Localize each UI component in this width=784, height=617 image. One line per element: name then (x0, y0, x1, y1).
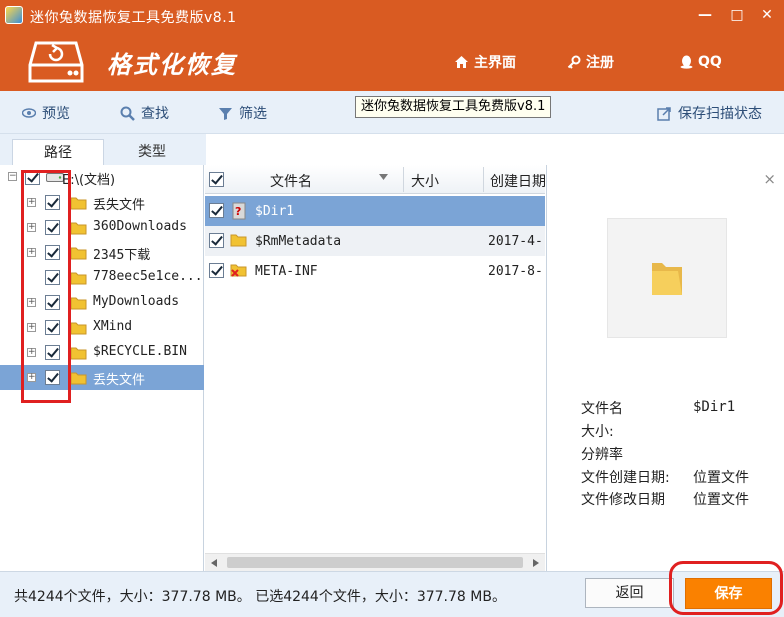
tree-item-label: 丢失文件 (93, 198, 146, 213)
tree-item-label: 2345下载 (93, 248, 151, 263)
tree-item-label: XMind (93, 319, 133, 334)
folder-icon (70, 297, 87, 310)
file-name: $RmMetadata (255, 234, 342, 249)
nav-qq-label: QQ (698, 54, 722, 70)
minimize-button[interactable]: — (692, 4, 718, 26)
file-row-checkbox[interactable] (209, 233, 224, 248)
preview-key: 文件修改日期 (581, 492, 665, 508)
folder-icon (230, 234, 247, 247)
file-row-checkbox[interactable] (209, 203, 224, 218)
nav-home-label: 主界面 (474, 55, 516, 71)
preview-thumbnail (607, 218, 727, 338)
annotation-highlight-checkboxes (21, 170, 71, 403)
preview-label: 预览 (42, 106, 70, 122)
file-list-header: 文件名 大小 创建日期 (205, 165, 546, 194)
app-icon (5, 6, 23, 24)
nav-qq[interactable]: QQ (680, 52, 722, 72)
file-created-date: 2017-8- (488, 264, 543, 279)
preview-value: 位置文件 (693, 492, 749, 508)
preview-value: $Dir1 (693, 399, 736, 415)
tree-item-label: $RECYCLE.BIN (93, 344, 187, 359)
folder-icon (70, 347, 87, 360)
horizontal-scrollbar[interactable] (205, 553, 545, 571)
home-icon (455, 56, 468, 68)
search-button[interactable]: 查找 (120, 104, 169, 122)
file-row-selected[interactable]: ? $Dir1 (205, 196, 545, 226)
save-scan-state-button[interactable]: 保存扫描状态 (657, 104, 762, 122)
preview-key: 大小: (581, 424, 614, 440)
preview-value: 位置文件 (693, 470, 749, 486)
qq-penguin-icon (680, 55, 693, 69)
folder-icon (70, 372, 87, 385)
drive-restore-icon (28, 41, 84, 83)
tab-type[interactable]: 类型 (106, 139, 198, 165)
file-created-date: 2017-4- (488, 234, 543, 249)
search-label: 查找 (141, 106, 169, 122)
filter-label: 筛选 (239, 106, 267, 122)
search-icon (120, 106, 135, 121)
folder-icon (70, 322, 87, 335)
tooltip: 迷你兔数据恢复工具免费版v8.1 (355, 96, 552, 118)
column-created-header[interactable]: 创建日期 (490, 171, 546, 191)
preview-panel: × 文件名 $Dir1 大小: 分辨率 文件创建日期: 位置文件 文件修改日期 … (546, 165, 784, 571)
export-icon (657, 106, 671, 121)
folder-icon (70, 247, 87, 260)
scroll-left-icon[interactable] (211, 559, 217, 567)
svg-text:?: ? (235, 205, 241, 218)
eye-icon (22, 108, 36, 118)
folder-icon (70, 197, 87, 210)
filter-funnel-icon (219, 107, 232, 120)
preview-button[interactable]: 预览 (22, 104, 70, 122)
folder-icon (70, 272, 87, 285)
filter-button[interactable]: 筛选 (218, 104, 267, 122)
back-button[interactable]: 返回 (585, 578, 674, 608)
nav-register[interactable]: 注册 (567, 52, 614, 72)
annotation-highlight-save (669, 561, 783, 615)
close-button[interactable]: ✕ (754, 4, 780, 26)
scroll-right-icon[interactable] (533, 559, 539, 567)
file-row[interactable]: META-INF 2017-8- (205, 256, 545, 286)
preview-key: 文件名 (581, 401, 623, 417)
preview-key: 文件创建日期: (581, 470, 670, 486)
unknown-file-icon: ? (232, 202, 246, 220)
save-scan-state-label: 保存扫描状态 (678, 106, 762, 122)
nav-home[interactable]: 主界面 (454, 52, 516, 72)
select-all-checkbox[interactable] (209, 172, 224, 187)
nav-register-label: 注册 (586, 55, 614, 71)
app-header: 格式化恢复 主界面 注册 QQ (0, 31, 784, 91)
tree-item-label: 360Downloads (93, 219, 187, 234)
app-name: 格式化恢复 (107, 50, 237, 79)
preview-key: 分辨率 (581, 447, 623, 463)
file-row[interactable]: $RmMetadata 2017-4- (205, 226, 545, 256)
folder-icon (70, 222, 87, 235)
column-size-header[interactable]: 大小 (411, 171, 439, 191)
maximize-button[interactable]: □ (724, 4, 750, 26)
title-bar: 迷你兔数据恢复工具免费版v8.1 — □ ✕ (0, 0, 784, 31)
file-name: $Dir1 (255, 204, 295, 219)
tree-item-label: 778eec5e1ce... (93, 269, 203, 284)
status-bar: 共4244个文件，大小：377.78 MB。 已选4244个文件，大小：377.… (0, 571, 784, 617)
scrollbar-thumb[interactable] (227, 557, 523, 568)
key-icon (567, 55, 581, 69)
tree-item-label: 丢失文件 (93, 373, 146, 388)
file-list: 文件名 大小 创建日期 ? $Dir1 $RmMetadata 2017-4- … (205, 165, 546, 571)
column-name-header[interactable]: 文件名 (270, 171, 312, 191)
close-icon[interactable]: × (763, 170, 776, 188)
folder-icon (652, 263, 682, 295)
tabs-bar: 路径 类型 (0, 134, 206, 165)
tree-item-label: MyDownloads (93, 294, 180, 309)
file-row-checkbox[interactable] (209, 263, 224, 278)
collapse-icon[interactable]: − (8, 172, 17, 181)
status-summary: 共4244个文件，大小：377.78 MB。 已选4244个文件，大小：377.… (14, 589, 506, 605)
window-title: 迷你兔数据恢复工具免费版v8.1 (30, 10, 237, 26)
tab-path[interactable]: 路径 (12, 139, 104, 165)
deleted-folder-icon (230, 264, 247, 277)
sort-desc-icon (379, 174, 388, 180)
file-name: META-INF (255, 264, 318, 279)
